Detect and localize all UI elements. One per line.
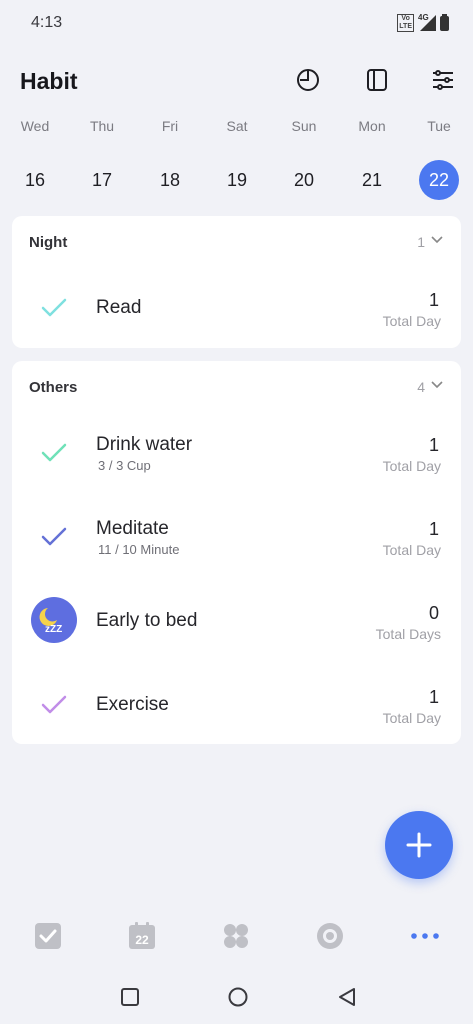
back-icon (339, 988, 355, 1006)
day-thu[interactable]: Thu 17 (80, 118, 124, 200)
page-title: Habit (20, 68, 78, 94)
habit-row-meditate[interactable]: Meditate 11 / 10 Minute 1 Total Day (12, 499, 461, 575)
habit-total: 1 (428, 290, 439, 310)
status-bar: 4:13 Vo LTE 4G (0, 0, 473, 46)
recent-apps-button[interactable] (117, 984, 143, 1010)
habit-unit: Total Day (382, 458, 441, 474)
day-number: 18 (159, 170, 181, 190)
habit-row-early-to-bed[interactable]: zZZ Early to bed 0 Total Days (12, 583, 461, 659)
habit-unit: Total Days (375, 626, 441, 642)
habit-name: Early to bed (96, 610, 198, 631)
recent-apps-icon (121, 988, 139, 1006)
status-time: 4:13 (31, 14, 63, 31)
habit-unit: Total Day (382, 710, 441, 726)
habit-total: 1 (428, 435, 439, 455)
pie-chart-icon (297, 69, 319, 91)
plus-icon (406, 832, 432, 858)
day-number: 21 (361, 170, 383, 190)
back-button[interactable] (334, 984, 360, 1010)
battery-icon (440, 13, 449, 31)
day-name: Wed (20, 118, 50, 134)
moon-sleep-icon[interactable]: zZZ (31, 597, 77, 643)
habit-row-drink-water[interactable]: Drink water 3 / 3 Cup 1 Total Day (12, 415, 461, 491)
settings-button[interactable] (429, 66, 457, 94)
home-button[interactable] (225, 984, 251, 1010)
day-name: Mon (358, 118, 386, 134)
section-header[interactable]: Night 1 (12, 216, 461, 270)
section-title: Night (29, 234, 68, 251)
signal-icon: 4G (418, 13, 436, 31)
bottom-nav: 22 (0, 908, 473, 964)
chevron-down-icon (431, 381, 443, 389)
day-name: Sun (291, 118, 317, 134)
nav-more[interactable] (407, 918, 443, 954)
volte-line1: Vo (401, 15, 410, 22)
task-check-icon (35, 923, 61, 949)
nav-tasks[interactable] (30, 918, 66, 954)
check-icon[interactable] (32, 286, 76, 330)
statistics-button[interactable] (294, 66, 322, 94)
day-tue[interactable]: Tue 22 (417, 118, 461, 200)
day-sun[interactable]: Sun 20 (282, 118, 326, 200)
habit-unit: Total Day (382, 313, 441, 329)
day-name: Thu (89, 118, 115, 134)
sleep-text: zZZ (45, 624, 62, 635)
check-icon[interactable] (32, 515, 76, 559)
more-dots-icon (411, 933, 439, 939)
section-count: 4 (417, 379, 425, 395)
habit-progress: 11 / 10 Minute (98, 542, 180, 557)
day-name: Sat (226, 118, 248, 134)
habit-progress: 3 / 3 Cup (98, 458, 151, 473)
home-icon (228, 987, 248, 1007)
day-number-selected: 22 (419, 160, 459, 200)
widget-button[interactable] (363, 66, 391, 94)
habit-row-read[interactable]: Read 1 Total Day (12, 270, 461, 348)
day-fri[interactable]: Fri 18 (148, 118, 192, 200)
habit-total: 1 (428, 519, 439, 539)
nav-apps[interactable] (218, 918, 254, 954)
day-number: 20 (293, 170, 315, 190)
sliders-icon (433, 70, 453, 90)
day-number: 17 (91, 170, 113, 190)
section-header[interactable]: Others 4 (12, 361, 461, 415)
section-others: Others 4 Drink water 3 / 3 Cup 1 Total D… (12, 361, 461, 744)
habit-name: Meditate (96, 518, 169, 539)
system-nav (0, 970, 473, 1024)
volte-icon: Vo LTE (397, 14, 414, 32)
day-name: Tue (427, 118, 451, 134)
habit-total: 0 (428, 603, 439, 623)
chevron-down-icon (431, 236, 443, 244)
habit-name: Exercise (96, 694, 169, 715)
tablet-icon (367, 69, 387, 91)
status-icons: Vo LTE 4G (397, 13, 449, 32)
day-sat[interactable]: Sat 19 (215, 118, 259, 200)
nav-focus[interactable] (312, 918, 348, 954)
check-icon[interactable] (32, 683, 76, 727)
check-icon[interactable] (32, 431, 76, 475)
volte-line2: LTE (399, 23, 412, 30)
habit-name: Drink water (96, 434, 193, 455)
habit-name: Read (96, 297, 142, 318)
grid-apps-icon (224, 924, 248, 948)
section-night: Night 1 Read 1 Total Day (12, 216, 461, 348)
week-strip: Wed 16 Thu 17 Fri 18 Sat 19 Sun 20 Mon 2… (0, 118, 473, 200)
nav-calendar[interactable]: 22 (124, 918, 160, 954)
day-number: 16 (24, 170, 46, 190)
day-wed[interactable]: Wed 16 (13, 118, 57, 200)
calendar-date: 22 (135, 933, 149, 947)
section-title: Others (29, 379, 78, 396)
app-header: Habit (0, 56, 473, 104)
focus-circle-icon (317, 923, 343, 949)
habit-total: 1 (428, 687, 439, 707)
add-habit-button[interactable] (385, 811, 453, 879)
day-name: Fri (161, 118, 179, 134)
habit-unit: Total Day (382, 542, 441, 558)
day-mon[interactable]: Mon 21 (350, 118, 394, 200)
section-count: 1 (417, 234, 425, 250)
calendar-icon: 22 (129, 922, 155, 949)
habit-row-exercise[interactable]: Exercise 1 Total Day (12, 667, 461, 743)
day-number: 19 (226, 170, 248, 190)
